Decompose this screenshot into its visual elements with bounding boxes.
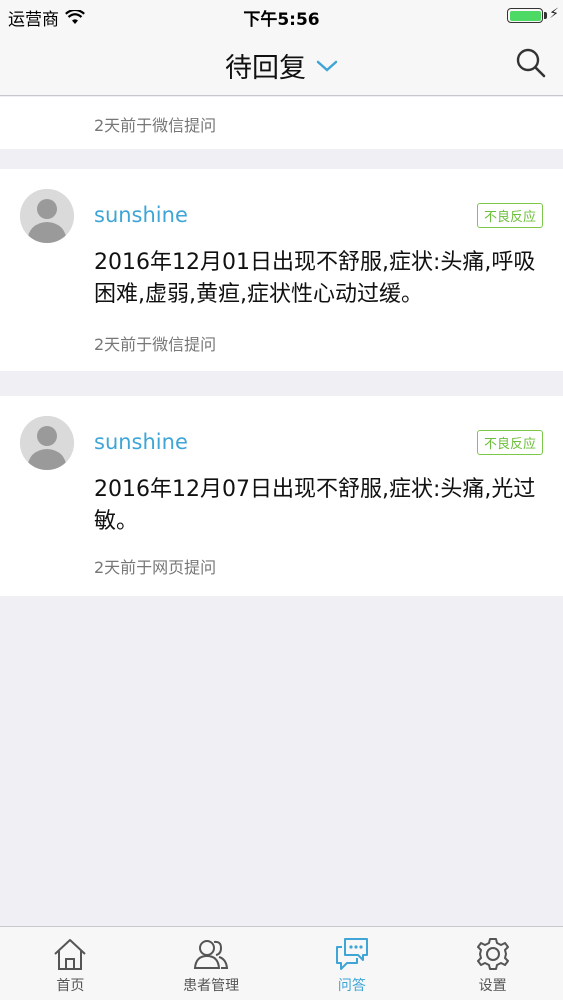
question-meta: 2天前于网页提问 xyxy=(94,558,217,577)
nav-title-dropdown[interactable]: 待回复 xyxy=(0,46,563,85)
status-time: 下午5:56 xyxy=(243,10,320,30)
home-icon xyxy=(54,939,87,970)
question-meta: 2天前于微信提问 xyxy=(94,116,217,135)
tab-qa[interactable]: 问答 xyxy=(282,927,423,1000)
tab-home[interactable]: 首页 xyxy=(0,927,141,1000)
tab-label: 患者管理 xyxy=(183,978,240,994)
avatar xyxy=(20,416,74,470)
question-text: 2016年12月07日出现不舒服,症状:头痛,光过敏。 xyxy=(94,477,536,534)
username[interactable]: sunshine xyxy=(94,203,188,227)
list-item[interactable]: sunshine 不良反应 2016年12月07日出现不舒服,症状:头痛,光过敏… xyxy=(0,396,563,596)
chevron-down-icon xyxy=(316,60,338,72)
question-list: 2天前于微信提问 sunshine 不良反应 2016年12月01日出现不舒服,… xyxy=(0,97,563,596)
search-icon[interactable] xyxy=(515,47,547,79)
username[interactable]: sunshine xyxy=(94,430,188,454)
avatar xyxy=(20,189,74,243)
tab-label: 设置 xyxy=(478,978,507,994)
tab-label: 问答 xyxy=(337,978,366,994)
tab-patients[interactable]: 患者管理 xyxy=(141,927,282,1000)
battery-icon xyxy=(507,8,543,23)
status-badge: 不良反应 xyxy=(476,203,543,228)
chat-icon xyxy=(335,938,368,970)
tab-bar: 首页 患者管理 问答 设置 xyxy=(0,926,563,1000)
question-meta: 2天前于微信提问 xyxy=(94,335,217,354)
tab-settings[interactable]: 设置 xyxy=(422,927,563,1000)
user-avatar-icon xyxy=(20,416,74,470)
list-item[interactable]: sunshine 不良反应 2016年12月01日出现不舒服,症状:头痛,呼吸困… xyxy=(0,169,563,371)
patients-icon xyxy=(194,940,229,969)
status-bar: 运营商 下午5:56 ⚡ xyxy=(0,0,563,30)
gear-icon xyxy=(476,938,509,970)
nav-bar: 待回复 xyxy=(0,30,563,96)
page-title: 待回复 xyxy=(225,53,306,84)
user-avatar-icon xyxy=(20,189,74,243)
tab-label: 首页 xyxy=(56,978,85,994)
charging-icon: ⚡ xyxy=(549,6,559,22)
status-badge: 不良反应 xyxy=(476,430,543,455)
list-item[interactable]: 2天前于微信提问 xyxy=(0,97,563,149)
question-text: 2016年12月01日出现不舒服,症状:头痛,呼吸困难,虚弱,黄疸,症状性心动过… xyxy=(94,250,536,307)
battery-nub xyxy=(544,12,547,19)
